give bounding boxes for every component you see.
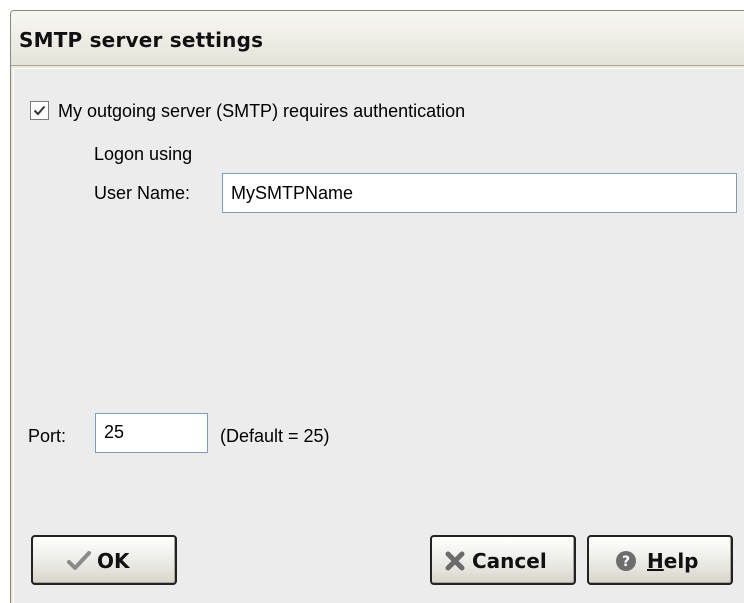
svg-text:?: ? (622, 554, 630, 570)
help-label: Help (647, 549, 699, 573)
title-bar[interactable]: SMTP server settings (11, 11, 744, 66)
checkmark-icon (33, 105, 46, 116)
username-input[interactable]: MySMTPName (222, 173, 737, 213)
help-button[interactable]: ? Help (587, 535, 733, 585)
logon-using-label: Logon using (94, 144, 193, 164)
port-input[interactable]: 25 (95, 413, 208, 453)
cross-icon (445, 551, 465, 571)
ok-label: OK (97, 549, 130, 573)
smtp-settings-dialog: SMTP server settings My outgoing server … (10, 10, 744, 603)
requires-auth-checkbox[interactable] (30, 101, 49, 120)
question-icon: ? (616, 551, 636, 571)
ok-button[interactable]: OK (31, 535, 177, 585)
window-title: SMTP server settings (19, 28, 264, 52)
requires-auth-label[interactable]: My outgoing server (SMTP) requires authe… (58, 101, 465, 122)
checkmark-icon (67, 551, 91, 570)
port-default-hint: (Default = 25) (220, 426, 330, 446)
username-label: User Name: (94, 183, 191, 203)
port-label: Port: (28, 426, 67, 446)
cancel-label: Cancel (472, 549, 547, 573)
cancel-button[interactable]: Cancel (430, 535, 576, 585)
dialog-content: My outgoing server (SMTP) requires authe… (13, 68, 744, 603)
